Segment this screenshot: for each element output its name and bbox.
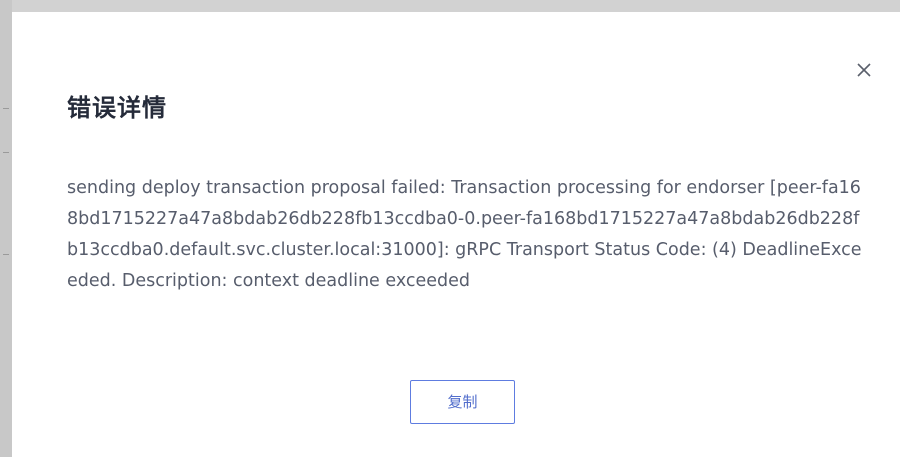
background-divider — [3, 108, 9, 109]
copy-button[interactable]: 复制 — [410, 380, 515, 424]
close-icon — [857, 63, 871, 77]
dialog-title: 错误详情 — [67, 94, 167, 122]
background-divider — [3, 152, 9, 153]
error-details-dialog: 错误详情 sending deploy transaction proposal… — [12, 12, 900, 457]
background-page-edge — [0, 0, 12, 457]
error-message: sending deploy transaction proposal fail… — [67, 178, 862, 291]
background-divider — [3, 254, 9, 255]
close-button[interactable] — [854, 60, 874, 80]
